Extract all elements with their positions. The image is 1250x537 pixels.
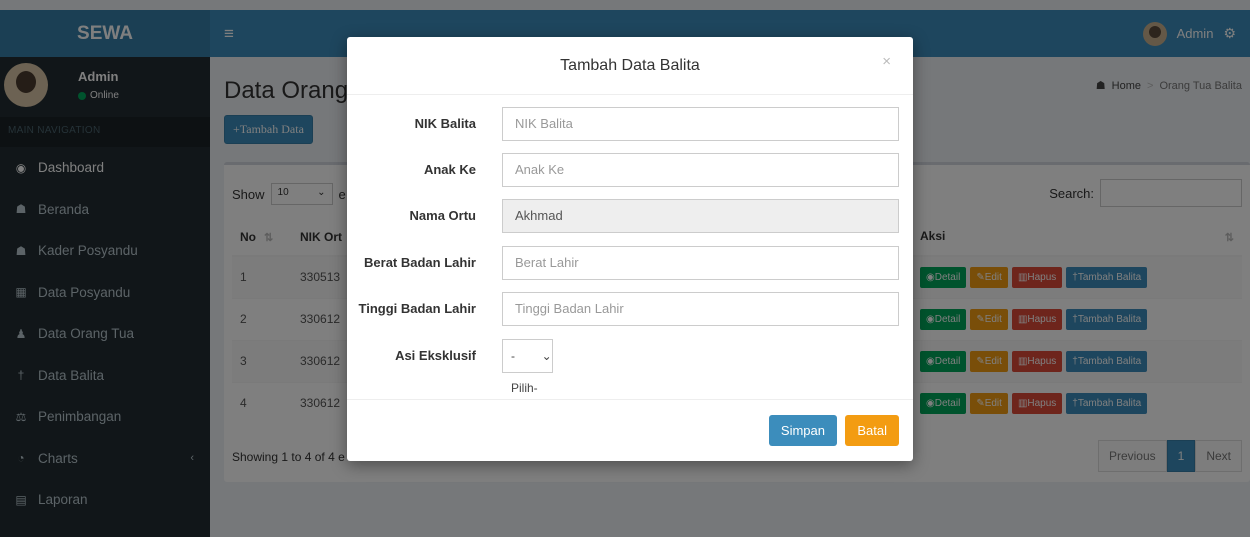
modal-title: Tambah Data Balita (560, 57, 700, 74)
nama-ortu-input[interactable]: Akhmad (502, 199, 899, 233)
tinggi-lahir-input[interactable]: Tinggi Badan Lahir (502, 292, 899, 326)
chevron-down-icon: ⌄ (541, 349, 552, 363)
nik-balita-input[interactable]: NIK Balita (502, 107, 899, 141)
form-row-tinggi-badan-lahir: Tinggi Badan Lahir Tinggi Badan Lahir (347, 292, 913, 326)
form-row-anak-ke: Anak Ke Anak Ke (347, 153, 913, 187)
berat-lahir-input[interactable]: Berat Lahir (502, 246, 899, 280)
add-balita-modal: Tambah Data Balita × NIK Balita NIK Bali… (347, 37, 913, 461)
form-row-berat-badan-lahir: Berat Badan Lahir Berat Lahir (347, 246, 913, 280)
field-label: Asi Eksklusif (395, 348, 476, 363)
select-value: -Pilih- (511, 349, 538, 395)
form-row-nik-balita: NIK Balita NIK Balita (347, 107, 913, 141)
form-row-nama-ortu: Nama Ortu Akhmad (347, 199, 913, 233)
field-label: NIK Balita (414, 116, 476, 131)
cancel-button[interactable]: Batal (845, 415, 899, 446)
close-icon[interactable]: × (882, 53, 891, 70)
asi-eksklusif-select[interactable]: -Pilih- ⌄ (502, 339, 553, 395)
field-label: Anak Ke (423, 162, 476, 177)
modal-header: Tambah Data Balita × (347, 37, 913, 95)
modal-footer: Simpan Batal (347, 399, 913, 461)
field-label: Tinggi Badan Lahir (358, 301, 477, 316)
field-label: Nama Ortu (409, 208, 476, 223)
form-row-asi-eksklusif: Asi Eksklusif -Pilih- ⌄ (347, 339, 913, 395)
anak-ke-input[interactable]: Anak Ke (502, 153, 899, 187)
save-button[interactable]: Simpan (768, 415, 837, 446)
field-label: Berat Badan Lahir (364, 255, 476, 270)
